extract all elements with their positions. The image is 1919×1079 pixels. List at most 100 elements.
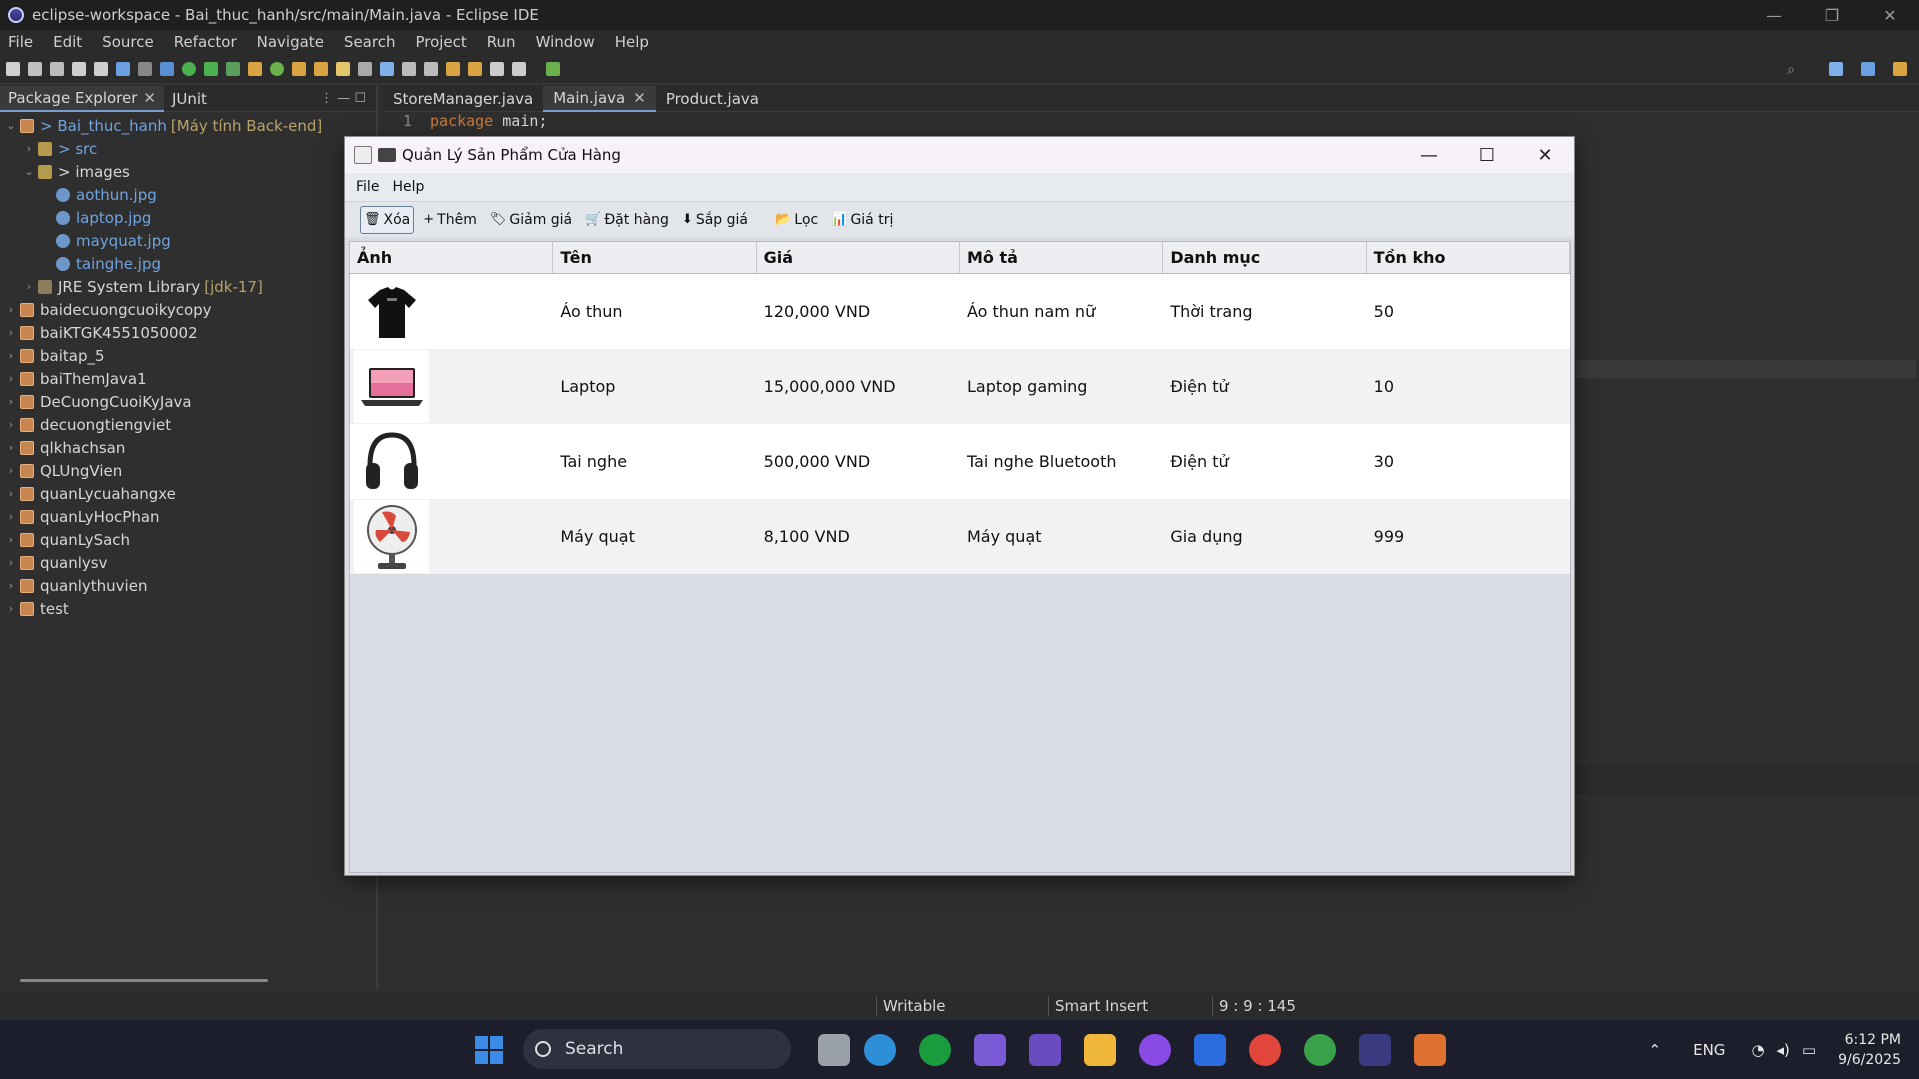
cell-name[interactable]: Áo thun <box>553 274 756 349</box>
start-button[interactable] <box>475 1036 503 1064</box>
java-app-icon[interactable] <box>1414 1034 1446 1066</box>
table-row[interactable]: Áo thun 120,000 VND Áo thun nam nữ Thời tra… <box>350 274 1570 349</box>
cell-price[interactable]: 15,000,000 VND <box>757 349 960 424</box>
cell-desc[interactable]: Laptop gaming <box>960 349 1163 424</box>
wifi-icon[interactable]: ◔ <box>1751 1041 1764 1059</box>
close-icon[interactable]: ✕ <box>1861 0 1919 30</box>
menu-run[interactable]: Run <box>487 33 516 51</box>
edge-icon[interactable] <box>864 1034 896 1066</box>
tree-item[interactable]: › test <box>0 597 376 620</box>
tab-product-java[interactable]: Product.java <box>656 86 769 112</box>
tree-item[interactable]: › baiKTGK4551050002 <box>0 321 376 344</box>
minimize-icon[interactable]: — <box>1400 137 1458 173</box>
xbox-icon[interactable] <box>919 1034 951 1066</box>
column-header[interactable]: Ảnh <box>350 242 554 273</box>
chrome-icon[interactable] <box>1249 1034 1281 1066</box>
save-icon[interactable] <box>28 61 42 76</box>
cell-category[interactable]: Thời trang <box>1163 274 1366 349</box>
menu-file[interactable]: File <box>8 33 33 51</box>
copilot-icon[interactable] <box>1029 1034 1061 1066</box>
image-cell[interactable] <box>350 274 553 349</box>
tray-overflow-icon[interactable]: ⌃ <box>1649 1041 1662 1059</box>
menu-refactor[interactable]: Refactor <box>174 33 237 51</box>
tree-item[interactable]: › QLUngVien <box>0 459 376 482</box>
tree-item[interactable]: › baidecuongcuoikycopy <box>0 298 376 321</box>
cell-desc[interactable]: Áo thun nam nữ <box>960 274 1163 349</box>
tree-item[interactable]: › quanLySach <box>0 528 376 551</box>
close-icon[interactable]: ✕ <box>633 89 646 107</box>
open-task-icon[interactable] <box>314 61 328 76</box>
expand-arrow-icon[interactable]: › <box>4 556 18 569</box>
toggle-mark-icon[interactable] <box>358 61 372 76</box>
tab-storemanager-java[interactable]: StoreManager.java <box>383 86 543 112</box>
tree-item[interactable]: › qlkhachsan <box>0 436 376 459</box>
tree-item[interactable]: › quanlysv <box>0 551 376 574</box>
tree-item[interactable]: ⌄ > Bai_thuc_hanh [Máy tính Back-end] <box>0 114 376 137</box>
column-header[interactable]: Tên <box>553 242 757 273</box>
expand-arrow-icon[interactable]: › <box>4 349 18 362</box>
toolbar-button[interactable]: + Thêm <box>419 206 481 234</box>
toolbar-button[interactable]: 🗑 Xóa <box>360 205 415 234</box>
show-whitespace-icon[interactable] <box>424 61 438 76</box>
tree-item[interactable]: ⌄ > images <box>0 160 376 183</box>
cell-stock[interactable]: 30 <box>1367 424 1570 499</box>
previous-annotation-icon[interactable] <box>468 61 482 76</box>
cell-price[interactable]: 500,000 VND <box>757 424 960 499</box>
open-type-icon[interactable] <box>292 61 306 76</box>
m365-icon[interactable] <box>974 1034 1006 1066</box>
dialog-menu-file[interactable]: File <box>356 179 379 195</box>
expand-arrow-icon[interactable]: › <box>22 280 36 293</box>
run-icon[interactable] <box>182 61 196 76</box>
expand-arrow-icon[interactable]: › <box>4 510 18 523</box>
cell-stock[interactable]: 999 <box>1367 499 1570 574</box>
chrome-profile-icon[interactable] <box>1304 1034 1336 1066</box>
tree-item[interactable]: › DeCuongCuoiKyJava <box>0 390 376 413</box>
terminal-icon[interactable] <box>116 61 130 76</box>
expand-arrow-icon[interactable]: › <box>4 579 18 592</box>
search-icon[interactable]: ⌕ <box>1787 62 1795 78</box>
debug-icon[interactable] <box>160 61 174 76</box>
next-annotation-icon[interactable] <box>446 61 460 76</box>
expand-arrow-icon[interactable]: ⌄ <box>22 165 36 178</box>
cell-price[interactable]: 120,000 VND <box>757 274 960 349</box>
expand-arrow-icon[interactable]: › <box>4 533 18 546</box>
toggle-block-icon[interactable] <box>402 61 416 76</box>
search-tool-icon[interactable] <box>336 61 350 76</box>
restore-icon[interactable]: ❐ <box>1803 0 1861 30</box>
back-icon[interactable] <box>490 61 504 76</box>
new-java-project-icon[interactable] <box>248 61 262 76</box>
table-row[interactable]: Máy quạt 8,100 VND Máy quạt Gia dụng 999 <box>350 499 1570 574</box>
cell-name[interactable]: Tai nghe <box>553 424 756 499</box>
menu-project[interactable]: Project <box>415 33 466 51</box>
column-header[interactable]: Danh mục <box>1163 242 1367 273</box>
tree-item[interactable]: › quanLycuahangxe <box>0 482 376 505</box>
open-perspective-icon[interactable] <box>1829 62 1843 76</box>
language-indicator[interactable]: ENG <box>1693 1041 1725 1059</box>
toolbar-button[interactable]: 📊 Giá trị <box>827 206 897 234</box>
image-cell[interactable] <box>350 424 553 499</box>
tree-item[interactable]: mayquat.jpg <box>0 229 376 252</box>
maximize-icon[interactable]: ☐ <box>1458 137 1516 173</box>
eclipse-taskbar-icon[interactable] <box>1359 1034 1391 1066</box>
tree-item[interactable]: › baiThemJava1 <box>0 367 376 390</box>
tab-package-explorer[interactable]: Package Explorer ✕ <box>0 85 164 112</box>
expand-arrow-icon[interactable]: › <box>4 418 18 431</box>
coverage-icon[interactable] <box>204 61 218 76</box>
cell-price[interactable]: 8,100 VND <box>757 499 960 574</box>
cell-name[interactable]: Máy quạt <box>553 499 756 574</box>
external-tools-icon[interactable] <box>226 61 240 76</box>
tab-junit[interactable]: JUnit <box>164 86 215 112</box>
close-icon[interactable]: ✕ <box>1516 137 1574 173</box>
expand-arrow-icon[interactable]: › <box>4 395 18 408</box>
menu-window[interactable]: Window <box>536 33 595 51</box>
cell-category[interactable]: Điện tử <box>1163 424 1366 499</box>
expand-arrow-icon[interactable]: › <box>4 441 18 454</box>
clock[interactable]: 6:12 PM 9/6/2025 <box>1838 1030 1901 1070</box>
view-menu-icon[interactable]: ⋮ — ☐ <box>320 91 366 106</box>
tree-item[interactable]: › JRE System Library [jdk-17] <box>0 275 376 298</box>
expand-arrow-icon[interactable]: › <box>4 602 18 615</box>
dialog-menu-help[interactable]: Help <box>392 179 424 195</box>
expand-arrow-icon[interactable]: ⌄ <box>4 119 18 132</box>
table-row[interactable]: Laptop 15,000,000 VND Laptop gaming Điện tử… <box>350 349 1570 424</box>
forward-icon[interactable] <box>512 61 526 76</box>
